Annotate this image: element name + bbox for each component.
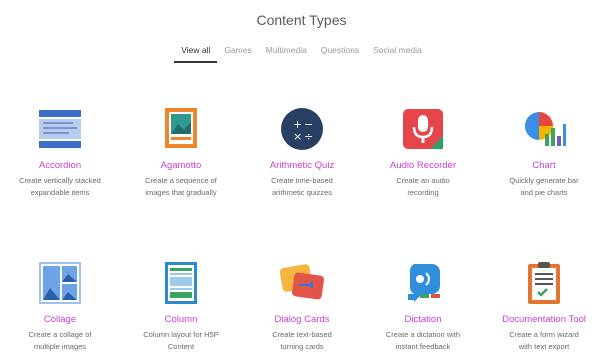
documentation-tool-icon [521,260,567,306]
card-title: Dictation [404,314,442,325]
dictation-icon [400,260,446,306]
card-title: Agamotto [160,160,202,171]
card-description: Column layout for H5P Content [143,330,219,351]
tab-bar: View all Games Multimedia Questions Soci… [0,42,603,63]
content-type-chart[interactable]: Chart Quickly generate bar and pie charts [484,106,603,199]
card-title: Accordion [38,160,82,171]
content-type-column[interactable]: Column Column layout for H5P Content [121,260,241,353]
content-type-dictation[interactable]: Dictation Create a dictation with instant… [363,260,483,353]
tab-view-all[interactable]: View all [174,42,218,63]
agamotto-icon [158,106,204,152]
card-description: Create text-based turning cards [272,330,332,351]
page-title: Content Types [256,12,347,28]
content-type-accordion[interactable]: Accordion Create vertically stacked expan… [0,106,120,199]
chart-icon [521,106,567,152]
tab-multimedia[interactable]: Multimedia [259,42,314,63]
content-type-dialog-cards[interactable]: Dialog Cards Create text-based turning ca… [242,260,362,353]
content-type-arithmetic-quiz[interactable]: + − × ÷ Arithmetic Quiz Create time-base… [242,106,362,199]
card-description: Create a dictation with instant feedback [385,330,461,351]
svg-text:÷: ÷ [304,130,313,143]
content-type-documentation-tool[interactable]: Documentation Tool Create a form wizard w… [484,260,603,353]
tab-questions[interactable]: Questions [314,42,366,63]
card-description: Create a collage of multiple images [28,330,92,351]
dialog-cards-icon [279,260,325,306]
content-type-collage[interactable]: Collage Create a collage of multiple imag… [0,260,120,353]
tab-games[interactable]: Games [217,42,258,63]
content-type-audio-recorder[interactable]: Audio Recorder Create an audio recording [363,106,483,199]
card-title: Arithmetic Quiz [269,160,335,171]
card-description: Create time-based arithmetic quizzes [271,176,333,197]
column-icon [158,260,204,306]
card-title: Chart [532,160,556,171]
card-description: Quickly generate bar and pie charts [509,176,579,197]
card-description: Create a form wizard with text export [509,330,579,351]
card-description: Create vertically stacked expandable item… [19,176,101,197]
card-title: Column [164,314,198,325]
card-description: Create an audio recording [396,176,450,197]
card-title: Collage [43,314,77,325]
microphone-icon [400,106,446,152]
card-title: Dialog Cards [274,314,330,325]
card-title: Audio Recorder [389,160,456,171]
tab-social-media[interactable]: Social media [366,42,429,63]
arithmetic-quiz-icon: + − × ÷ [279,106,325,152]
svg-text:×: × [293,130,302,143]
accordion-icon [37,106,83,152]
card-description: Create a sequence of images that graduall… [145,176,217,197]
content-type-agamotto[interactable]: Agamotto Create a sequence of images that… [121,106,241,199]
collage-icon [37,260,83,306]
card-title: Documentation Tool [502,314,586,325]
